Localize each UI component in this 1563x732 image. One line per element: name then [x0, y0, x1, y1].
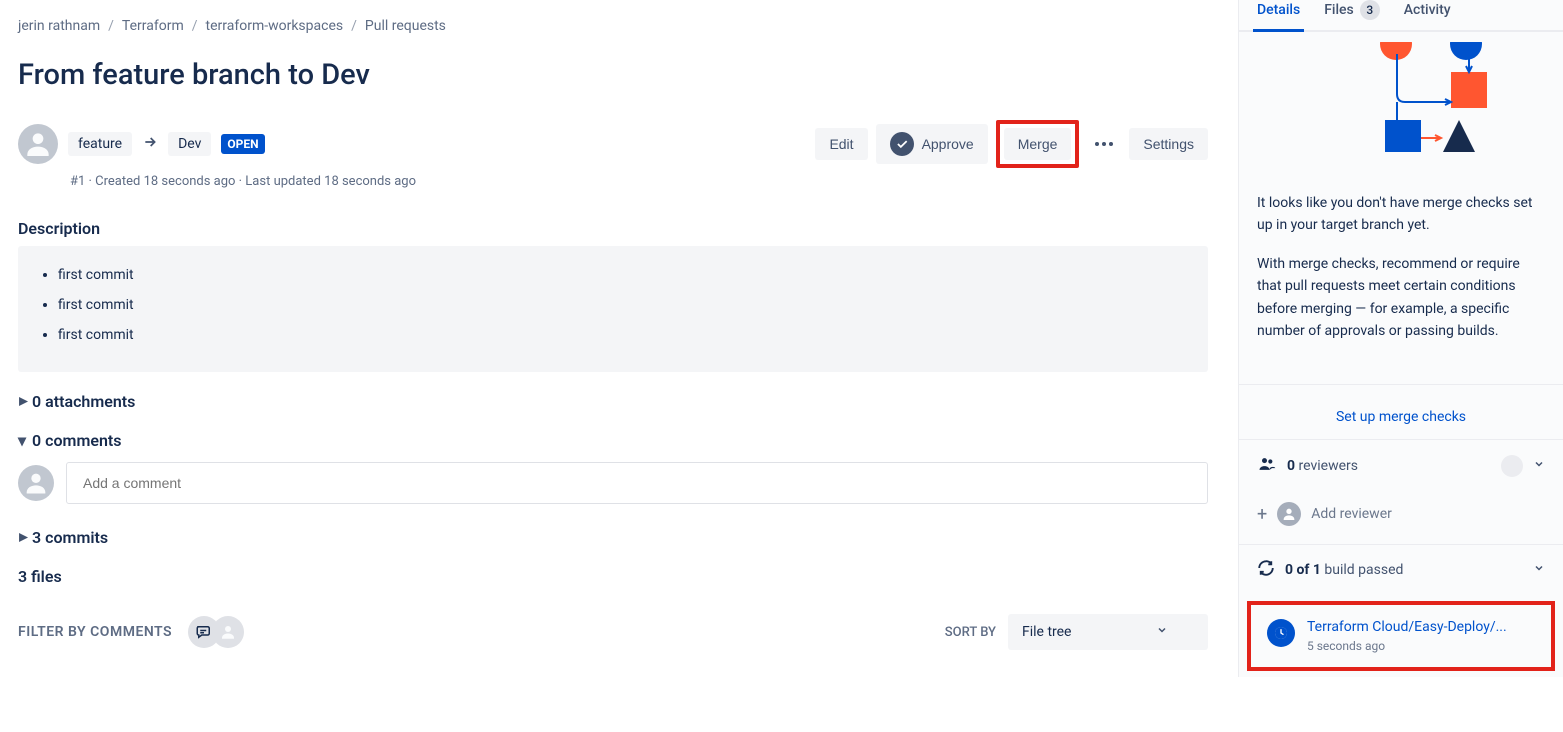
- comments-label: 0 comments: [32, 431, 121, 450]
- description-item: first commit: [58, 260, 1186, 290]
- author-avatar[interactable]: [18, 124, 58, 164]
- description-heading: Description: [18, 219, 1208, 238]
- merge-highlight: Merge: [996, 120, 1080, 168]
- breadcrumb-separator: /: [192, 18, 198, 34]
- attachments-toggle[interactable]: ▾ 0 attachments: [18, 392, 1208, 411]
- builds-title: 0 of 1 build passed: [1285, 562, 1523, 578]
- breadcrumb-project[interactable]: Terraform: [122, 18, 184, 34]
- breadcrumb-owner[interactable]: jerin rathnam: [18, 18, 100, 34]
- setup-merge-checks-link[interactable]: Set up merge checks: [1239, 395, 1563, 439]
- filter-user-icon[interactable]: [212, 616, 244, 648]
- merge-checks-illustration: [1239, 32, 1563, 176]
- merge-checks-text-1: It looks like you don't have merge check…: [1257, 192, 1545, 237]
- chevron-down-icon[interactable]: [1533, 562, 1545, 578]
- description-item: first commit: [58, 320, 1186, 350]
- comment-input[interactable]: [66, 462, 1208, 504]
- comments-toggle[interactable]: ▾ 0 comments: [18, 431, 1208, 450]
- check-circle-icon: [890, 132, 914, 156]
- chevron-down-icon: ▾: [18, 431, 26, 450]
- source-branch[interactable]: feature: [68, 132, 132, 156]
- reviewer-avatar-placeholder: [1501, 455, 1523, 477]
- attachments-label: 0 attachments: [32, 392, 135, 411]
- files-label: 3 files: [18, 567, 1208, 586]
- chevron-down-icon[interactable]: [1533, 458, 1545, 474]
- filter-label: FILTER BY COMMENTS: [18, 624, 172, 640]
- merge-checks-text-2: With merge checks, recommend or require …: [1257, 253, 1545, 343]
- sort-select[interactable]: File tree: [1008, 614, 1208, 650]
- dots-icon: [1095, 142, 1113, 146]
- arrow-right-icon: [142, 134, 158, 154]
- chevron-right-icon: ▾: [13, 397, 32, 405]
- pr-meta: #1 · Created 18 seconds ago · Last updat…: [70, 174, 1208, 189]
- add-reviewer-label: Add reviewer: [1311, 506, 1392, 522]
- user-icon: [1277, 502, 1301, 526]
- build-time: 5 seconds ago: [1307, 639, 1535, 653]
- tab-activity[interactable]: Activity: [1400, 0, 1455, 30]
- pr-title: From feature branch to Dev: [18, 58, 1208, 92]
- description-box: first commit first commit first commit: [18, 246, 1208, 372]
- clock-icon: [1267, 619, 1295, 647]
- branch-info: feature Dev OPEN: [68, 132, 265, 156]
- build-name: Terraform Cloud/Easy-Deploy/...: [1307, 619, 1535, 635]
- reviewers-icon: [1257, 454, 1277, 478]
- current-user-avatar: [18, 465, 54, 501]
- build-item[interactable]: Terraform Cloud/Easy-Deploy/... 5 second…: [1247, 601, 1555, 671]
- more-actions-button[interactable]: [1087, 134, 1121, 154]
- breadcrumb-repo[interactable]: terraform-workspaces: [206, 18, 344, 34]
- commits-label: 3 commits: [32, 528, 108, 547]
- breadcrumb-section[interactable]: Pull requests: [365, 18, 446, 34]
- approve-button[interactable]: Approve: [876, 124, 988, 164]
- breadcrumb-separator: /: [351, 18, 357, 34]
- target-branch[interactable]: Dev: [168, 132, 211, 156]
- chevron-right-icon: ▾: [13, 533, 32, 541]
- edit-button[interactable]: Edit: [815, 128, 867, 160]
- breadcrumb-separator: /: [108, 18, 114, 34]
- settings-button[interactable]: Settings: [1129, 128, 1208, 160]
- status-badge: OPEN: [221, 134, 264, 154]
- add-reviewer-button[interactable]: + Add reviewer: [1239, 492, 1563, 544]
- reviewers-section[interactable]: 0 reviewers: [1239, 439, 1563, 492]
- tab-details[interactable]: Details: [1253, 0, 1304, 32]
- refresh-icon: [1257, 559, 1275, 581]
- description-item: first commit: [58, 290, 1186, 320]
- reviewers-title: 0 reviewers: [1287, 458, 1491, 474]
- commits-toggle[interactable]: ▾ 3 commits: [18, 528, 1208, 547]
- tab-files[interactable]: Files 3: [1320, 0, 1384, 30]
- builds-section[interactable]: 0 of 1 build passed: [1239, 544, 1563, 595]
- plus-icon: +: [1257, 504, 1267, 525]
- approve-label: Approve: [922, 136, 974, 152]
- files-count-badge: 3: [1360, 0, 1380, 20]
- merge-button[interactable]: Merge: [1004, 128, 1072, 160]
- chevron-down-icon: [1156, 624, 1168, 640]
- sidebar-tabs: Details Files 3 Activity: [1239, 0, 1563, 32]
- sort-label: SORT BY: [945, 625, 996, 640]
- sort-value: File tree: [1022, 624, 1072, 640]
- breadcrumb: jerin rathnam / Terraform / terraform-wo…: [18, 18, 1208, 34]
